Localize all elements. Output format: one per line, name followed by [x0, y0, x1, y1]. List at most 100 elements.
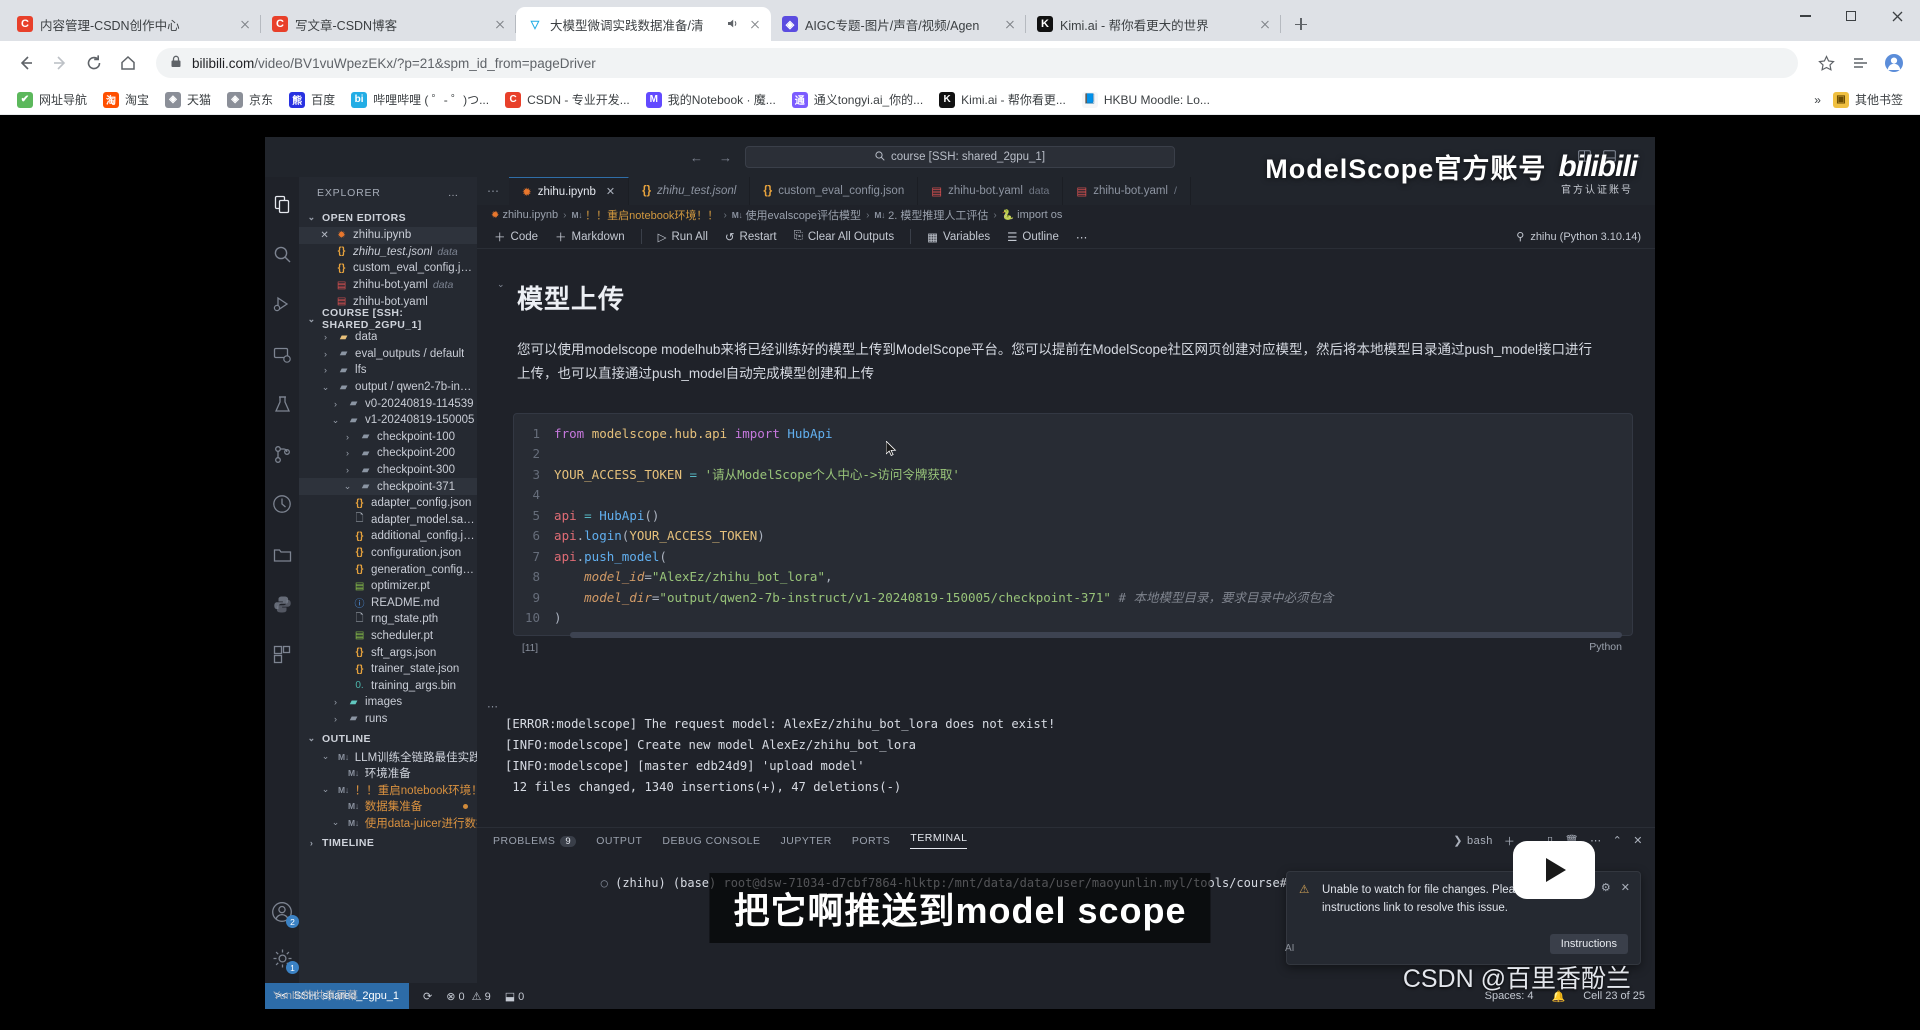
chevron-down-icon[interactable]: ⌄	[319, 751, 332, 762]
bookmark-8[interactable]: 通通义tongyi.ai_你的...	[785, 88, 930, 111]
breadcrumb-item[interactable]: M↓ 2. 模型推理人工评估	[874, 207, 988, 223]
gear-icon[interactable]: ⚙	[1601, 881, 1611, 894]
vscode-forward-icon[interactable]: →	[719, 150, 732, 165]
forward-button[interactable]	[46, 49, 74, 77]
search-icon[interactable]	[267, 239, 297, 269]
chevron-right-icon[interactable]: ›	[329, 697, 342, 707]
tab-close-button[interactable]	[1257, 16, 1273, 32]
tree-folder[interactable]: › ▰ checkpoint-100	[299, 429, 477, 446]
chevron-right-icon[interactable]: ›	[319, 332, 332, 342]
outline-header[interactable]: ⌄ OUTLINE	[299, 729, 477, 748]
tree-file[interactable]: 🗋 rng_state.pth	[299, 611, 477, 628]
outline-item[interactable]: M↓ 环境准备	[299, 765, 477, 782]
panel-tab[interactable]: PORTS	[852, 835, 890, 847]
run-all-button[interactable]: ▷ Run All	[651, 228, 715, 246]
ports-indicator[interactable]: ⬓ 0	[505, 990, 525, 1003]
chevron-down-icon[interactable]: ⌄	[329, 415, 342, 426]
add-markdown-cell-button[interactable]: ＋ Markdown	[548, 227, 632, 247]
panel-tab[interactable]: TERMINAL	[910, 832, 968, 850]
timeline-clock-icon[interactable]	[267, 489, 297, 519]
tree-file[interactable]: {} sft_args.json	[299, 644, 477, 661]
source-control-icon[interactable]	[267, 439, 297, 469]
panel-tab[interactable]: JUPYTER	[780, 835, 831, 847]
bookmarks-overflow[interactable]: » ▣ 其他书签	[1814, 88, 1910, 111]
close-editor-icon[interactable]: ✕	[319, 230, 330, 241]
code-cell[interactable]: 1 from modelscope.hub.api import HubApi 2 3…	[513, 412, 1633, 654]
editor-tab[interactable]: ✹ zhihu.ipynb ✕	[509, 177, 630, 206]
remote-explorer-icon[interactable]	[267, 339, 297, 369]
outline-item[interactable]: ⌄ M↓ LLM训练全链路最佳实践	[299, 748, 477, 765]
tab-close-button[interactable]	[1002, 16, 1018, 32]
open-editor-item[interactable]: ✕ ✹ zhihu.ipynb	[299, 227, 478, 244]
cell-collapse-chevron[interactable]: ⌄	[497, 279, 505, 290]
editor-tab[interactable]: ▤ zhihu-bot.yaml /	[1063, 177, 1191, 206]
minimize-button[interactable]	[1782, 0, 1828, 32]
extensions-icon[interactable]	[267, 639, 297, 669]
tree-folder[interactable]: › ▰ checkpoint-300	[299, 462, 477, 479]
tree-file[interactable]: 0. training_args.bin	[299, 677, 477, 694]
new-tab-button[interactable]	[1287, 10, 1315, 38]
tree-file[interactable]: {} generation_config.json	[299, 561, 477, 578]
close-tab-icon[interactable]: ✕	[606, 185, 615, 198]
tree-file[interactable]: ▤ optimizer.pt	[299, 578, 477, 595]
chevron-right-icon[interactable]: ›	[329, 714, 342, 724]
tree-folder[interactable]: › ▰ data	[299, 329, 477, 346]
editor-tabs-more-icon[interactable]: ⋯	[477, 177, 509, 205]
tree-file[interactable]: {} configuration.json	[299, 545, 477, 562]
back-button[interactable]	[12, 49, 40, 77]
panel-tab[interactable]: DEBUG CONSOLE	[662, 835, 760, 847]
reload-button[interactable]	[80, 49, 108, 77]
clear-outputs-button[interactable]: ⎘ Clear All Outputs	[787, 228, 902, 245]
toolbar-more-icon[interactable]: ⋯	[1069, 228, 1095, 246]
restart-kernel-button[interactable]: ↺ Restart	[718, 228, 784, 246]
editor-tab[interactable]: ▤ zhihu-bot.yaml data	[918, 177, 1064, 206]
panel-tab[interactable]: OUTPUT	[596, 835, 642, 847]
video-player[interactable]: ← → course [SSH: shared_2gpu_1] ⋯ 2 1 EX…	[265, 137, 1655, 1009]
accounts-icon[interactable]: 2	[267, 897, 300, 928]
breadcrumb-item[interactable]: M↓ 使用evalscope评估模型	[732, 207, 861, 223]
kernel-selector[interactable]: ⚲ zhihu (Python 3.10.14)	[1516, 230, 1641, 244]
breadcrumb-item[interactable]: M↓ ！！重启notebook环境！！	[571, 207, 718, 223]
profile-avatar[interactable]	[1880, 49, 1908, 77]
tree-file[interactable]: 🗋 adapter_model.safetensors	[299, 512, 478, 529]
outline-button[interactable]: ☰ Outline	[1000, 228, 1066, 246]
tree-folder[interactable]: › ▰ runs	[299, 711, 477, 728]
bookmark-0[interactable]: ✔ 网址导航	[10, 88, 94, 111]
editor-tab[interactable]: {} custom_eval_config.json	[750, 177, 919, 206]
open-editor-item[interactable]: {} custom_eval_config.json	[299, 260, 477, 277]
tree-folder[interactable]: ⌄ ▰ checkpoint-371	[299, 478, 478, 495]
vscode-back-icon[interactable]: ←	[690, 150, 703, 165]
tab-audio-icon[interactable]	[726, 17, 740, 31]
bookmark-7[interactable]: M 我的Notebook · 魔...	[639, 88, 783, 111]
chevron-up-icon[interactable]: ⌃	[1613, 834, 1623, 847]
workspace-header[interactable]: ⌄ COURSE [SSH: SHARED_2GPU_1]	[299, 307, 477, 331]
python-icon[interactable]	[267, 589, 297, 619]
tree-file[interactable]: ▤ scheduler.pt	[299, 628, 477, 645]
outline-item[interactable]: ⌄ M↓ ！！重启notebook环境！！	[299, 781, 477, 798]
explorer-icon[interactable]	[267, 189, 297, 219]
timeline-header[interactable]: › TIMELINE	[299, 833, 477, 852]
chevron-right-icon[interactable]: ›	[341, 432, 354, 442]
close-panel-icon[interactable]: ✕	[1633, 834, 1643, 847]
chevron-right-icon[interactable]: ›	[319, 365, 332, 375]
chevron-right-icon[interactable]: ›	[319, 349, 332, 359]
other-bookmarks[interactable]: ▣ 其他书签	[1826, 88, 1910, 111]
chevron-right-icon[interactable]: ›	[341, 465, 354, 475]
address-bar[interactable]: bilibili.com/video/BV1vuWpezEKx/?p=21&sp…	[156, 48, 1798, 78]
tree-folder[interactable]: › ▰ checkpoint-200	[299, 445, 477, 462]
bookmark-star-icon[interactable]	[1812, 49, 1840, 77]
add-terminal-icon[interactable]: ＋	[1504, 833, 1516, 849]
add-code-cell-button[interactable]: ＋ Code	[487, 227, 545, 247]
bookmark-3[interactable]: ◈ 京东	[220, 88, 280, 111]
bookmark-10[interactable]: 📘 HKBU Moodle: Lo...	[1075, 89, 1217, 111]
tree-file[interactable]: ⓘ README.md	[299, 594, 477, 611]
tab-close-button[interactable]	[747, 16, 763, 32]
browser-tab-0[interactable]: C 内容管理-CSDN创作中心	[6, 7, 261, 41]
tree-folder[interactable]: › ▰ eval_outputs / default	[299, 346, 477, 363]
bookmark-2[interactable]: ◈ 天猫	[158, 88, 218, 111]
play-badge[interactable]	[1513, 841, 1595, 899]
reading-list-icon[interactable]	[1846, 49, 1874, 77]
code-horizontal-scrollbar[interactable]	[570, 631, 1622, 638]
instructions-button[interactable]: Instructions	[1549, 934, 1628, 954]
bookmark-4[interactable]: 熊百度	[282, 88, 342, 111]
